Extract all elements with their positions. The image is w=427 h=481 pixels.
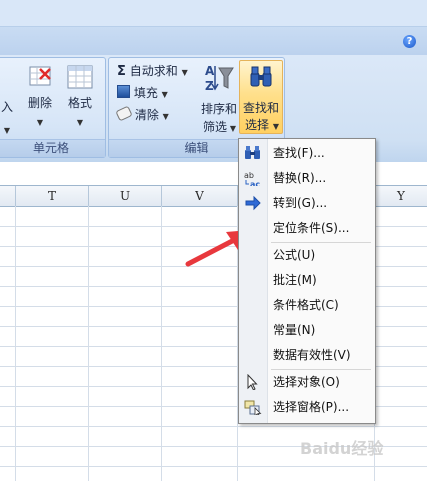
column-header-v[interactable]: V [162,186,238,206]
chevron-down-icon: ▼ [76,118,84,127]
chevron-down-icon: ▼ [3,126,11,135]
format-label: 格式 [67,96,92,110]
grid-line [88,206,89,481]
sort-filter-line1: 排序和 [200,102,237,116]
menu-item-label: 选择对象(O) [273,375,340,389]
menu-item-selection-pane[interactable]: 选择窗格(P)... [239,395,375,419]
menu-item-comments[interactable]: 批注(M) [239,268,375,292]
eraser-icon [115,105,133,122]
menu-item-label: 选择窗格(P)... [273,400,350,414]
chevron-down-icon: ▼ [272,122,280,131]
menu-item-replace[interactable]: ab ac 替换(R)... [239,166,375,190]
binoculars-icon [245,146,260,159]
column-header-u[interactable]: U [89,186,162,206]
menu-item-label: 常量(N) [273,323,316,337]
binoculars-icon [250,66,272,87]
clear-button[interactable]: 清除 ▼ [115,105,177,124]
menu-item-constants[interactable]: 常量(N) [239,318,375,342]
menu-item-label: 替换(R)... [273,171,327,185]
chevron-down-icon: ▼ [36,118,44,127]
column-header-y[interactable]: Y [375,186,427,206]
find-select-line2: 选择 [244,118,269,132]
column-header-partial[interactable] [0,186,16,206]
menu-item-label: 批注(M) [273,273,317,287]
sort-filter-line2: 筛选 [202,120,227,134]
menu-item-data-validation[interactable]: 数据有效性(V) [239,343,375,367]
delete-cells-icon [29,66,51,86]
menu-item-label: 转到(G)... [273,196,328,210]
grid-line [0,466,427,467]
find-select-line1: 查找和 [242,101,279,115]
grid-line [15,206,16,481]
menu-item-conditional-formatting[interactable]: 条件格式(C) [239,293,375,317]
fill-button[interactable]: 填充 ▼ [117,84,177,102]
fill-down-icon [117,85,130,98]
format-button[interactable]: 格式 ▼ [61,62,99,134]
menu-item-select-objects[interactable]: 选择对象(O) [239,370,375,394]
menu-item-find[interactable]: 查找(F)... [239,141,375,165]
menu-item-label: 公式(U) [273,248,316,262]
selection-pane-icon [244,400,262,415]
delete-button[interactable]: 删除 ▼ [23,62,57,134]
menu-item-label: 条件格式(C) [273,298,339,312]
svg-text:ac: ac [250,180,260,186]
arrow-right-icon [245,195,261,211]
insert-button-partial-label[interactable]: 入 [1,98,13,115]
find-select-menu: 查找(F)... ab ac 替换(R)... 转到(G)... 定位条件(S)… [238,138,376,424]
chevron-down-icon: ▼ [161,90,168,99]
cells-group-label: 单元格 [0,139,105,157]
menu-item-label: 定位条件(S)... [273,221,350,235]
ribbon-tab-strip [0,27,427,55]
cells-group: 入 ▼ 删除 ▼ 格式 ▼ 单元格 [0,57,106,158]
chevron-down-icon: ▼ [181,68,188,77]
autosum-button[interactable]: Σ 自动求和 ▼ [117,62,197,80]
title-bar [0,0,427,27]
sort-filter-icon: A Z [205,64,234,93]
menu-item-formulas[interactable]: 公式(U) [239,243,375,267]
grid-line [161,206,162,481]
baidu-watermark: Baidu经验 [300,439,384,458]
clear-label: 清除 [134,108,159,122]
menu-item-label: 查找(F)... [273,146,325,160]
menu-item-goto[interactable]: 转到(G)... [239,191,375,215]
delete-label: 删除 [27,96,52,110]
format-cells-icon [67,65,93,89]
chevron-down-icon: ▼ [229,124,237,133]
menu-item-label: 数据有效性(V) [273,348,351,362]
help-icon[interactable]: ? [403,35,416,48]
column-header-t[interactable]: T [16,186,89,206]
find-select-button[interactable]: 查找和 选择 ▼ [239,60,283,134]
menu-item-goto-special[interactable]: 定位条件(S)... [239,216,375,240]
fill-label: 填充 [133,86,158,100]
svg-text:A: A [205,64,215,78]
autosum-label: 自动求和 [129,64,178,78]
sort-filter-button[interactable]: A Z 排序和 筛选 ▼ [199,62,239,134]
cursor-icon [247,374,258,390]
grid-line [0,426,427,427]
svg-text:ab: ab [244,171,254,180]
replace-abc-icon: ab ac [244,171,260,186]
sigma-icon: Σ [117,64,126,79]
chevron-down-icon: ▼ [162,112,169,121]
